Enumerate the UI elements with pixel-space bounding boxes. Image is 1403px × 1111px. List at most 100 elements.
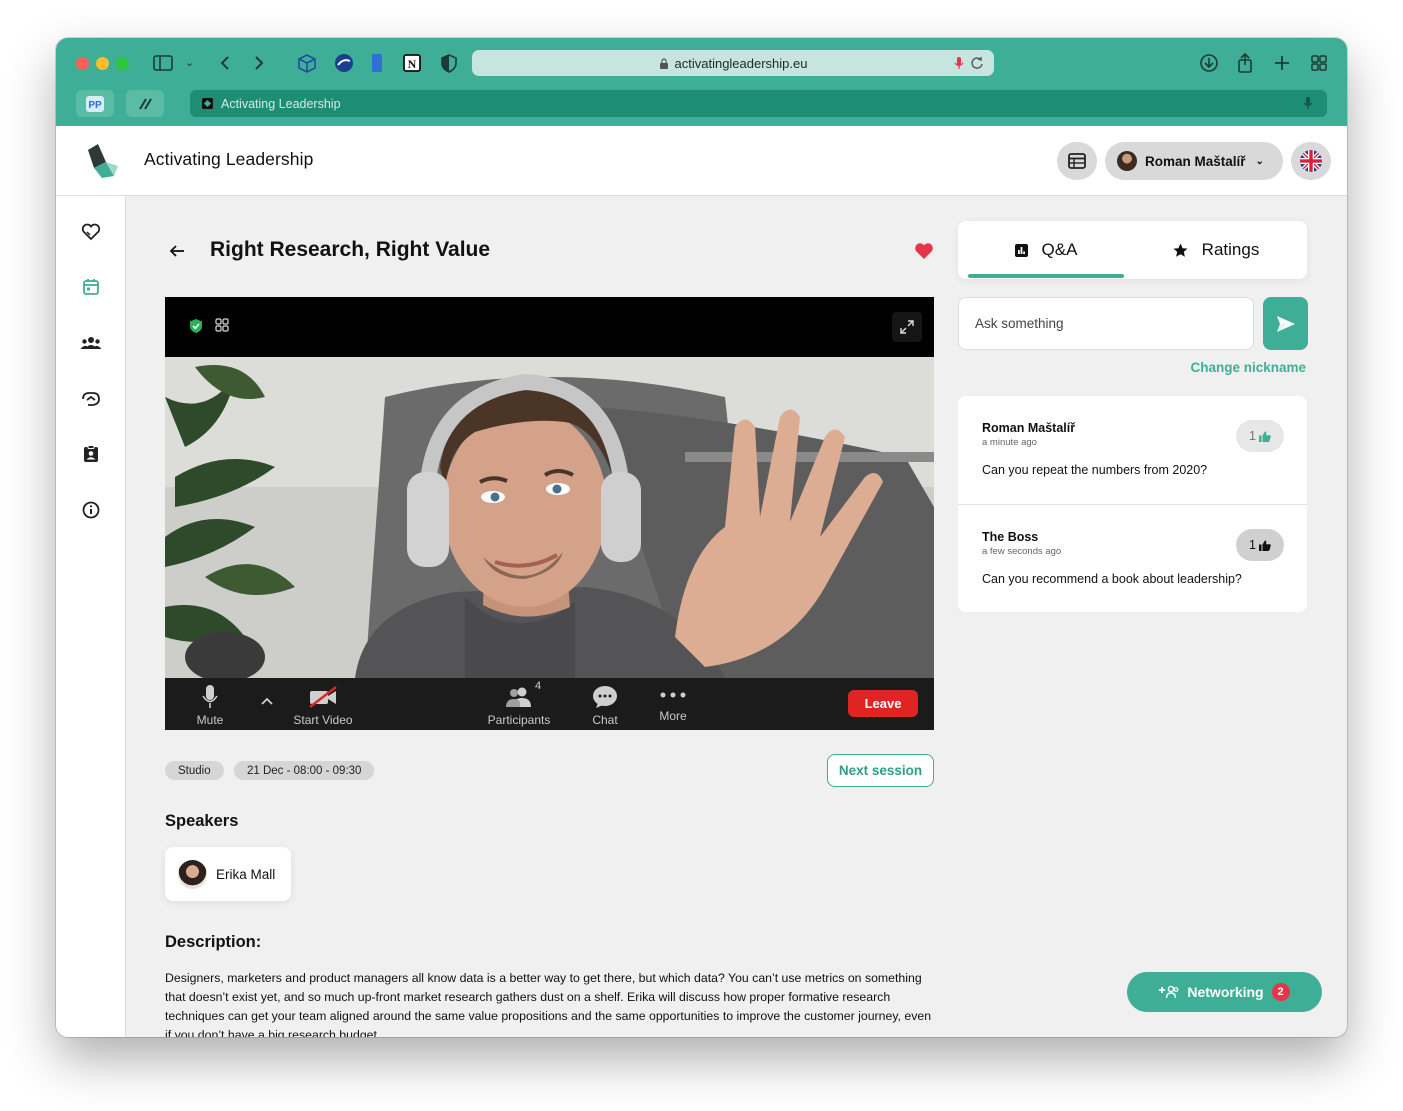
sidebar-toggle-icon[interactable] xyxy=(153,52,173,74)
send-icon xyxy=(1276,315,1295,332)
video-off-icon xyxy=(309,686,337,708)
logo-icon[interactable] xyxy=(84,142,120,180)
favorite-heart-icon[interactable] xyxy=(914,241,934,261)
handshake-icon[interactable] xyxy=(80,388,102,410)
svg-text:PP: PP xyxy=(88,100,102,111)
user-menu-button[interactable]: Roman Maštalíř ⌄ xyxy=(1105,142,1283,180)
fullscreen-icon[interactable] xyxy=(892,312,922,342)
participants-icon xyxy=(506,687,531,707)
shield-extension-icon[interactable] xyxy=(440,52,458,74)
location-tag: Studio xyxy=(165,761,224,780)
more-dots-icon xyxy=(660,692,686,698)
app-title: Activating Leadership xyxy=(144,149,314,169)
participant-video-image xyxy=(165,357,934,678)
tab-overview-icon[interactable] xyxy=(1310,52,1328,74)
speaker-name: Erika Mall xyxy=(216,866,276,882)
pinned-tab-pp[interactable]: PP xyxy=(76,90,114,117)
info-icon[interactable] xyxy=(80,499,102,521)
globe-extension-icon[interactable] xyxy=(333,52,355,74)
user-name: Roman Maštalíř xyxy=(1145,153,1246,169)
question-time: a minute ago xyxy=(982,437,1037,448)
participants-button[interactable]: 4 Participants xyxy=(483,680,555,727)
grid-view-icon[interactable] xyxy=(215,318,229,337)
reload-icon[interactable] xyxy=(970,55,984,74)
forward-nav-icon[interactable] xyxy=(252,52,266,74)
more-label: More xyxy=(659,709,687,723)
question-author: Roman Maštalíř xyxy=(982,421,1076,435)
notion-extension-icon[interactable]: N xyxy=(402,52,422,74)
upvote-count: 1 xyxy=(1249,538,1256,552)
question-time: a few seconds ago xyxy=(982,546,1062,557)
tab-qa[interactable]: Q&A xyxy=(968,221,1124,279)
more-button[interactable]: More xyxy=(653,683,693,723)
chat-bubble-icon xyxy=(593,686,617,708)
notification-badge: 2 xyxy=(1271,983,1290,1001)
close-window-button[interactable] xyxy=(76,57,89,70)
mute-label: Mute xyxy=(196,713,224,727)
browser-window: ⌄ N activatingleadership.eu PP Activatin… xyxy=(56,38,1347,1037)
upvote-button[interactable]: 1 xyxy=(1236,529,1284,561)
audio-options-chevron-icon[interactable] xyxy=(257,694,277,708)
chevron-down-icon: ⌄ xyxy=(1255,155,1264,167)
browser-toolbar: ⌄ N activatingleadership.eu PP Activatin… xyxy=(56,38,1347,126)
chat-label: Chat xyxy=(592,713,618,727)
minimize-window-button[interactable] xyxy=(96,57,109,70)
new-tab-icon[interactable] xyxy=(1273,52,1291,74)
pp-favicon-icon: PP xyxy=(86,95,104,112)
address-bar[interactable]: activatingleadership.eu xyxy=(472,50,994,76)
sidebar xyxy=(56,196,126,1037)
next-session-button[interactable]: Next session xyxy=(827,754,934,787)
favorites-heart-icon[interactable] xyxy=(80,221,102,243)
video-top-bar xyxy=(165,297,934,357)
active-tab[interactable]: Activating Leadership xyxy=(190,90,1327,117)
back-nav-icon[interactable] xyxy=(218,52,232,74)
agenda-button[interactable] xyxy=(1057,142,1097,180)
app-header: Activating Leadership Roman Maštalíř ⌄ xyxy=(56,126,1347,196)
microphone-icon[interactable] xyxy=(954,56,964,73)
avatar xyxy=(178,859,207,889)
tab-qa-label: Q&A xyxy=(1041,240,1078,259)
mute-button[interactable]: Mute xyxy=(186,683,234,727)
zoom-window-button[interactable] xyxy=(116,57,129,70)
leave-button[interactable]: Leave xyxy=(848,690,918,717)
uk-flag-icon xyxy=(1300,150,1322,172)
pinned-tab-slash[interactable] xyxy=(126,90,164,117)
site-favicon-icon xyxy=(202,98,213,109)
lock-icon xyxy=(659,57,668,69)
description-heading: Description: xyxy=(165,933,262,951)
back-arrow-icon[interactable] xyxy=(166,240,188,262)
networking-label: Networking xyxy=(1187,984,1264,1000)
speaker-card[interactable]: Erika Mall xyxy=(165,847,291,901)
url-text: activatingleadership.eu xyxy=(674,55,808,71)
chevron-down-icon[interactable]: ⌄ xyxy=(185,52,194,74)
phone-extension-icon[interactable] xyxy=(370,52,384,74)
page-title: Right Research, Right Value xyxy=(210,238,491,261)
networking-button[interactable]: Networking 2 xyxy=(1127,972,1322,1012)
calendar-icon[interactable] xyxy=(80,276,102,298)
tab-title: Activating Leadership xyxy=(221,96,341,111)
ask-question-input[interactable] xyxy=(958,297,1254,350)
avatar xyxy=(1117,151,1137,171)
video-controls-bar: Mute Start Video 4 Participants Chat Mor… xyxy=(165,678,934,730)
chat-button[interactable]: Chat xyxy=(585,683,625,727)
language-button[interactable] xyxy=(1291,142,1331,180)
thumbs-up-icon xyxy=(1258,540,1271,551)
start-video-button[interactable]: Start Video xyxy=(287,683,359,727)
tab-microphone-icon[interactable] xyxy=(1303,96,1313,113)
question-author: The Boss xyxy=(982,530,1039,544)
tab-ratings[interactable]: Ratings xyxy=(1138,221,1294,279)
security-shield-icon[interactable] xyxy=(189,318,203,339)
list-item: The Boss a few seconds ago Can you recom… xyxy=(958,504,1307,612)
upvote-button[interactable]: 1 xyxy=(1236,420,1284,452)
star-icon xyxy=(1173,243,1188,257)
video-player[interactable]: Mute Start Video 4 Participants Chat Mor… xyxy=(165,297,934,730)
people-group-icon[interactable] xyxy=(80,332,102,354)
downloads-icon[interactable] xyxy=(1199,52,1219,74)
qa-tabs: Q&A Ratings xyxy=(958,221,1307,279)
cube-extension-icon[interactable] xyxy=(297,52,317,74)
share-icon[interactable] xyxy=(1236,52,1254,74)
change-nickname-link[interactable]: Change nickname xyxy=(1106,360,1306,375)
microphone-icon xyxy=(202,685,218,708)
badge-id-icon[interactable] xyxy=(80,443,102,465)
send-question-button[interactable] xyxy=(1263,297,1308,350)
